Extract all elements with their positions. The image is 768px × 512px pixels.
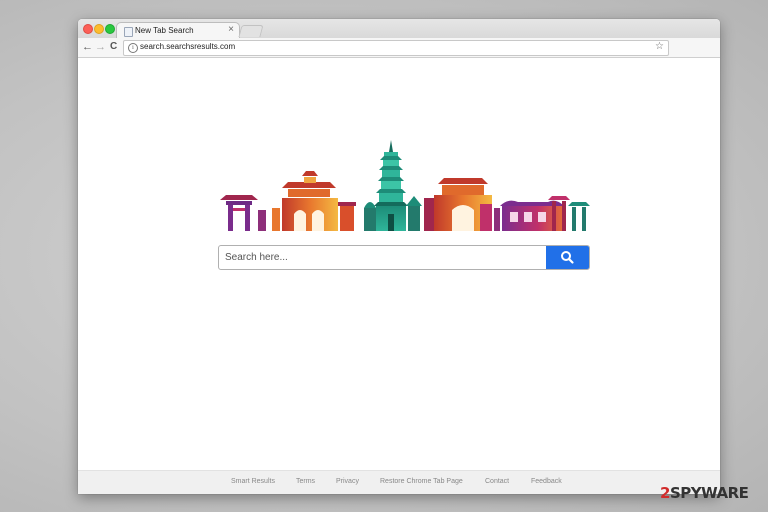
new-tab-button[interactable] — [238, 25, 264, 37]
search-box — [218, 245, 590, 270]
forward-button[interactable]: → — [95, 39, 106, 55]
page-content — [78, 58, 720, 470]
page-favicon-icon — [124, 27, 133, 37]
pagoda — [374, 140, 408, 231]
footer-link-terms[interactable]: Terms — [296, 478, 315, 485]
watermark-number: 2 — [660, 484, 670, 502]
browser-window: New Tab Search × ← → C i search.searchsr… — [78, 19, 720, 494]
red-temple — [272, 171, 356, 231]
info-icon[interactable]: i — [128, 43, 138, 53]
watermark-end: E — [738, 484, 749, 502]
url-text[interactable]: search.searchsresults.com — [140, 42, 235, 51]
search-button[interactable] — [546, 246, 589, 269]
search-input[interactable] — [219, 246, 550, 269]
maximize-window-button[interactable] — [105, 24, 115, 34]
tab-close-icon[interactable]: × — [228, 24, 234, 35]
small-stupa — [364, 202, 376, 231]
footer-link-smart-results[interactable]: Smart Results — [231, 478, 275, 485]
right-gates — [548, 196, 590, 231]
close-window-button[interactable] — [83, 24, 93, 34]
tab-active[interactable]: New Tab Search × — [116, 22, 240, 39]
center-right-temple — [406, 178, 492, 231]
tab-title: New Tab Search — [135, 26, 194, 35]
reload-button[interactable]: C — [110, 39, 117, 55]
left-gate — [220, 195, 266, 231]
address-bar[interactable]: i search.searchsresults.com ☆ — [123, 40, 669, 56]
search-icon — [561, 251, 574, 264]
footer-link-feedback[interactable]: Feedback — [531, 478, 562, 485]
browser-toolbar: ← → C i search.searchsresults.com ☆ — [78, 38, 720, 58]
footer-link-privacy[interactable]: Privacy — [336, 478, 359, 485]
back-button[interactable]: ← — [82, 39, 93, 55]
footer-link-contact[interactable]: Contact — [485, 478, 509, 485]
tab-strip: New Tab Search × — [78, 19, 720, 39]
page-footer: Smart Results Terms Privacy Restore Chro… — [78, 470, 720, 494]
skyline-illustration — [220, 140, 590, 231]
minimize-window-button[interactable] — [94, 24, 104, 34]
site-watermark: 2SPYWARE — [660, 484, 749, 502]
watermark-text: SPYWAR — [669, 484, 739, 502]
footer-link-restore-chrome-tab-page[interactable]: Restore Chrome Tab Page — [380, 478, 463, 485]
bookmark-star-icon[interactable]: ☆ — [655, 41, 664, 52]
